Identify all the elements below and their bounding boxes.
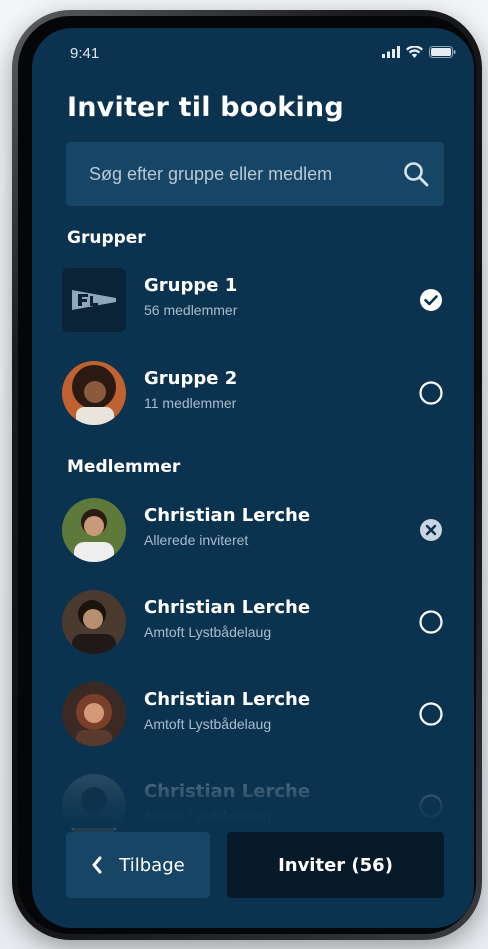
- back-button[interactable]: Tilbage: [66, 832, 210, 898]
- search-icon[interactable]: [388, 142, 444, 206]
- member-row[interactable]: Christian Lerche Amtoft Lystbådelaug: [62, 590, 444, 656]
- member-name: Christian Lerche: [144, 781, 311, 802]
- status-bar: 9:41: [32, 28, 474, 78]
- group-name: Gruppe 2: [144, 368, 238, 389]
- member-row[interactable]: Christian Lerche Allerede inviteret: [62, 498, 444, 564]
- avatar: [62, 361, 126, 425]
- empty-circle-icon[interactable]: [418, 701, 444, 727]
- group-logo-icon: [72, 290, 116, 310]
- check-circle-icon[interactable]: [418, 287, 444, 313]
- member-subtitle: Amtoft Lystbådelaug: [144, 808, 272, 824]
- section-header-members: Medlemmer: [67, 457, 181, 477]
- empty-circle-icon[interactable]: [418, 793, 444, 819]
- back-button-label: Tilbage: [119, 854, 185, 876]
- member-name: Christian Lerche: [144, 505, 311, 526]
- member-row[interactable]: Christian Lerche Amtoft Lystbådelaug: [62, 682, 444, 748]
- member-subtitle: Amtoft Lystbådelaug: [144, 624, 272, 640]
- member-subtitle: Allerede inviteret: [144, 532, 249, 548]
- member-subtitle: Amtoft Lystbådelaug: [144, 716, 272, 732]
- app-screen: 9:41 Inviter til booking Søg efter grupp…: [32, 28, 474, 928]
- avatar: [62, 774, 126, 838]
- empty-circle-icon[interactable]: [418, 609, 444, 635]
- status-time: 9:41: [70, 45, 100, 62]
- wifi-icon: [406, 46, 423, 58]
- group-logo: [62, 268, 126, 332]
- group-name: Gruppe 1: [144, 275, 238, 296]
- clear-circle-icon[interactable]: [418, 517, 444, 543]
- avatar: [62, 498, 126, 562]
- group-member-count: 11 medlemmer: [144, 395, 237, 411]
- member-name: Christian Lerche: [144, 597, 311, 618]
- search-bar[interactable]: [66, 142, 444, 206]
- member-name: Christian Lerche: [144, 689, 311, 710]
- avatar: [62, 682, 126, 746]
- empty-circle-icon[interactable]: [418, 380, 444, 406]
- group-row[interactable]: Gruppe 1 56 medlemmer: [62, 268, 444, 334]
- status-icons: [382, 46, 456, 58]
- chevron-left-icon: [92, 856, 102, 874]
- page-title: Inviter til booking: [67, 92, 344, 123]
- avatar: [62, 590, 126, 654]
- signal-icon: [382, 46, 400, 58]
- search-input[interactable]: [89, 163, 388, 185]
- group-member-count: 56 medlemmer: [144, 302, 238, 318]
- invite-button[interactable]: Inviter (56): [227, 832, 444, 898]
- battery-icon: [429, 46, 456, 58]
- group-row[interactable]: Gruppe 2 11 medlemmer: [62, 361, 444, 427]
- section-header-groups: Grupper: [67, 228, 146, 248]
- member-row[interactable]: Christian Lerche Amtoft Lystbådelaug: [62, 774, 444, 840]
